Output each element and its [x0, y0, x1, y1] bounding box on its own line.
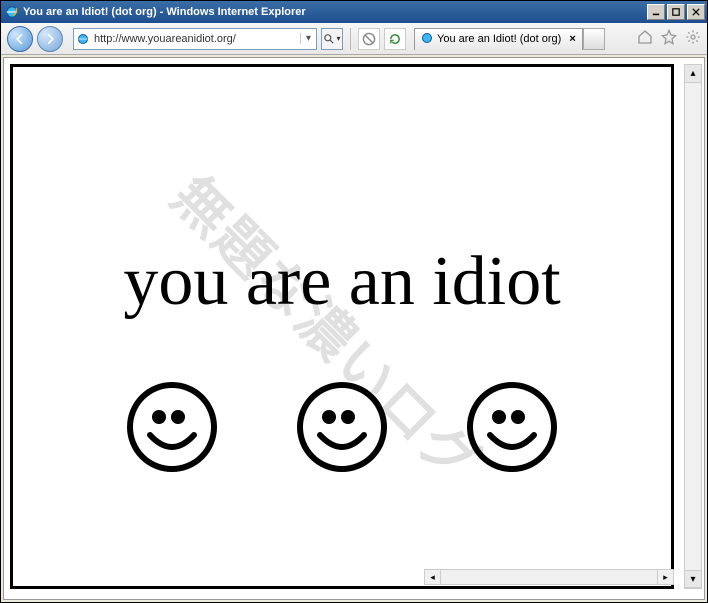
scroll-down-button[interactable]: ▾: [685, 570, 701, 588]
titlebar-left: You are an Idiot! (dot org) - Windows In…: [5, 5, 306, 19]
url-input[interactable]: [92, 29, 300, 49]
smiley-icon: [462, 377, 562, 477]
main-heading: you are an idiot: [13, 242, 671, 322]
new-tab-button[interactable]: [583, 28, 605, 50]
smiley-icon: [122, 377, 222, 477]
tools-icon[interactable]: [685, 29, 701, 48]
window-title: You are an Idiot! (dot org) - Windows In…: [23, 6, 306, 18]
scroll-left-button[interactable]: ◂: [425, 570, 441, 584]
tab-close-icon[interactable]: ×: [569, 33, 575, 45]
toolbar-right-icons: [637, 29, 701, 48]
scroll-up-button[interactable]: ▴: [685, 65, 701, 83]
toolbar-separator: [350, 28, 351, 50]
tab-favicon: [421, 32, 433, 47]
scroll-right-button[interactable]: ▸: [657, 570, 673, 584]
tab-bar: You are an Idiot! (dot org) ×: [414, 28, 605, 50]
close-button[interactable]: [687, 4, 705, 20]
vertical-scrollbar[interactable]: ▴ ▾: [684, 64, 702, 589]
site-icon: [74, 33, 92, 45]
toolbar: ▾ ▾ You are an Idiot! (dot org) ×: [1, 23, 707, 55]
ie-logo-icon: [5, 5, 19, 19]
smiley-row: [13, 377, 671, 477]
page-frame: 無題な濃いログ you are an idiot: [10, 64, 674, 589]
smiley-icon: [292, 377, 392, 477]
window-controls: [647, 4, 705, 20]
back-button[interactable]: [7, 26, 33, 52]
app-window: You are an Idiot! (dot org) - Windows In…: [0, 0, 708, 603]
titlebar: You are an Idiot! (dot org) - Windows In…: [1, 1, 707, 23]
stop-button[interactable]: [358, 28, 380, 50]
maximize-button[interactable]: [667, 4, 685, 20]
favorites-icon[interactable]: [661, 29, 677, 48]
horizontal-scrollbar[interactable]: ◂ ▸: [424, 569, 674, 585]
tab-active[interactable]: You are an Idiot! (dot org) ×: [414, 28, 583, 50]
tab-title: You are an Idiot! (dot org): [437, 33, 561, 45]
forward-button[interactable]: [37, 26, 63, 52]
address-dropdown[interactable]: ▾: [300, 33, 316, 44]
address-bar[interactable]: ▾: [73, 28, 317, 50]
refresh-button[interactable]: [384, 28, 406, 50]
search-button[interactable]: ▾: [321, 28, 343, 50]
content-area: 無題な濃いログ you are an idiot: [3, 57, 705, 600]
home-icon[interactable]: [637, 29, 653, 48]
minimize-button[interactable]: [647, 4, 665, 20]
